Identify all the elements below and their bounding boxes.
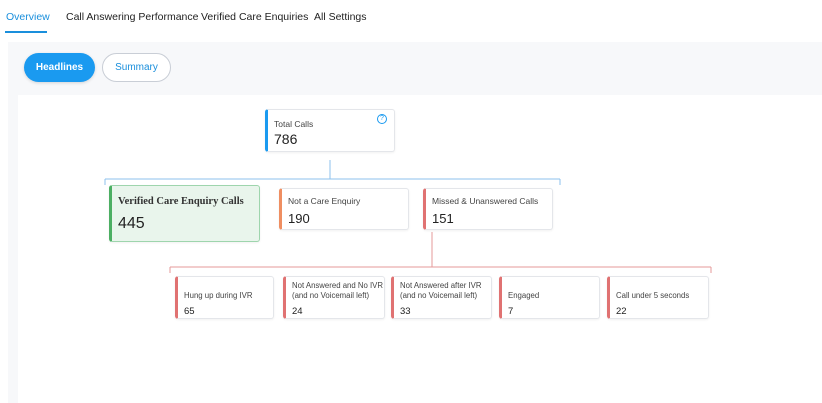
not-answered-after-ivr-label: Not Answered after IVR (and no Voicemail… — [400, 281, 482, 300]
help-icon[interactable]: ? — [377, 114, 387, 124]
hung-up-ivr-value: 65 — [184, 306, 195, 317]
call-under-5-seconds-card[interactable]: Call under 5 seconds 22 — [607, 276, 709, 319]
not-answered-after-ivr-value: 33 — [400, 306, 411, 317]
missed-unanswered-value: 151 — [432, 211, 454, 226]
not-care-enquiry-value: 190 — [288, 211, 310, 226]
not-answered-no-ivr-card[interactable]: Not Answered and No IVR (and no Voicemai… — [283, 276, 385, 319]
verified-care-enquiry-value: 445 — [118, 215, 145, 232]
call-under-5-seconds-label: Call under 5 seconds — [616, 291, 690, 300]
not-care-enquiry-card[interactable]: Not a Care Enquiry 190 — [279, 188, 409, 230]
not-answered-no-ivr-value: 24 — [292, 306, 303, 317]
not-answered-no-ivr-label: Not Answered and No IVR (and no Voicemai… — [292, 281, 384, 300]
total-calls-card[interactable]: Total Calls 786 ? — [265, 109, 395, 152]
verified-care-enquiry-label: Verified Care Enquiry Calls — [118, 196, 244, 207]
total-calls-label: Total Calls — [274, 119, 314, 129]
engaged-card[interactable]: Engaged 7 — [499, 276, 600, 319]
engaged-value: 7 — [508, 306, 514, 317]
missed-unanswered-label: Missed & Unanswered Calls — [432, 196, 539, 206]
not-answered-after-ivr-card[interactable]: Not Answered after IVR (and no Voicemail… — [391, 276, 492, 319]
not-care-enquiry-label: Not a Care Enquiry — [288, 196, 361, 206]
hung-up-ivr-card[interactable]: Hung up during IVR 65 — [175, 276, 274, 319]
hung-up-ivr-label: Hung up during IVR — [184, 291, 253, 300]
verified-care-enquiry-card[interactable]: Verified Care Enquiry Calls 445 — [109, 185, 260, 242]
call-under-5-seconds-value: 22 — [616, 306, 627, 317]
missed-unanswered-card[interactable]: Missed & Unanswered Calls 151 — [423, 188, 553, 230]
engaged-label: Engaged — [508, 291, 540, 300]
total-calls-value: 786 — [274, 131, 298, 147]
blue-connector — [104, 160, 561, 185]
